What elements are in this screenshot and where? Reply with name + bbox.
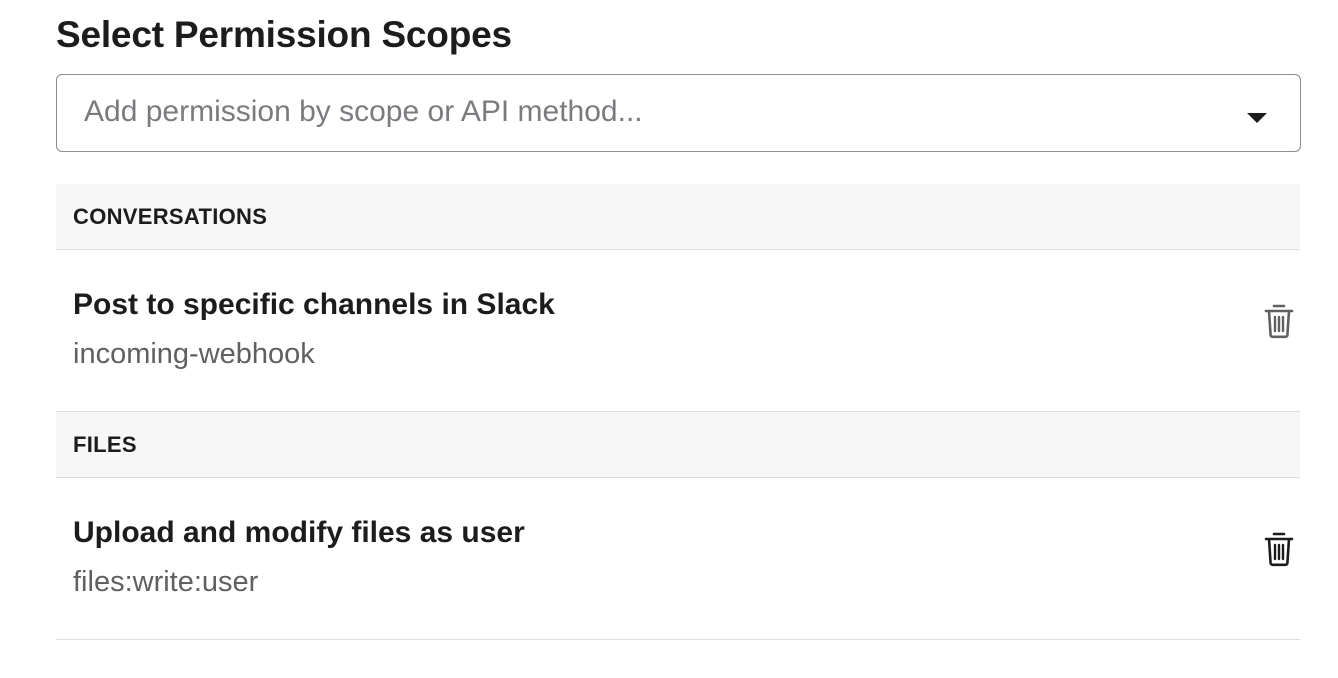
chevron-down-icon	[1246, 111, 1268, 123]
section-header-files: FILES	[56, 412, 1300, 478]
scope-select-placeholder: Add permission by scope or API method...	[84, 95, 643, 128]
scope-title: Post to specific channels in Slack	[73, 288, 555, 321]
scope-select-dropdown[interactable]: Add permission by scope or API method...	[56, 74, 1301, 152]
page-title: Select Permission Scopes	[56, 14, 512, 55]
scope-name: incoming-webhook	[73, 338, 315, 370]
remove-scope-button[interactable]	[1261, 531, 1297, 571]
trash-icon	[1264, 531, 1294, 572]
scope-row: Post to specific channels in Slack incom…	[56, 250, 1300, 412]
scope-title: Upload and modify files as user	[73, 516, 525, 549]
trash-icon	[1264, 303, 1294, 344]
scope-name: files:write:user	[73, 566, 259, 598]
scope-row: Upload and modify files as user files:wr…	[56, 478, 1300, 640]
section-header-conversations: CONVERSATIONS	[56, 184, 1300, 250]
remove-scope-button[interactable]	[1261, 303, 1297, 343]
